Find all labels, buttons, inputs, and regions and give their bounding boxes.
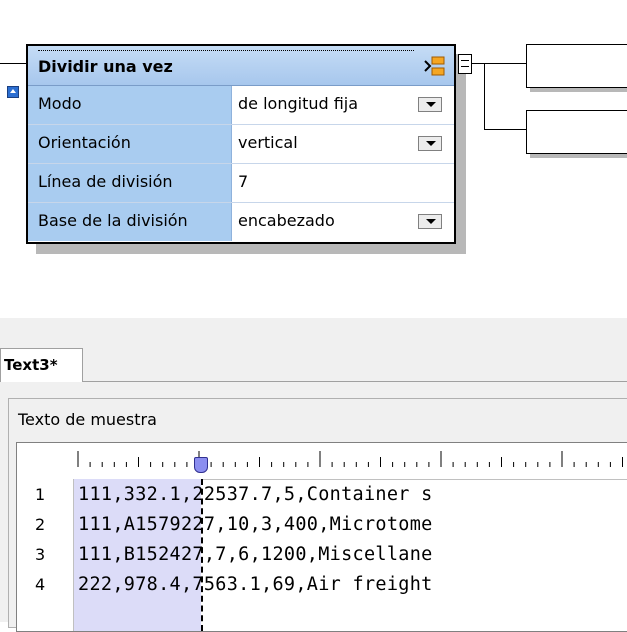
line-number: 3 <box>35 545 46 564</box>
line-text: 111,B152427,7,6,1200,Miscellane <box>78 544 433 565</box>
output-connector <box>472 63 484 64</box>
output-box[interactable] <box>526 110 627 154</box>
row-linea-division: Línea de división 7 <box>28 164 454 203</box>
dropdown-arrow-icon[interactable] <box>418 97 442 112</box>
sample-text-area[interactable]: 1 111,332.1,22537.7,5,Container s 2 111,… <box>16 442 627 632</box>
text-line: 3 111,B152427,7,6,1200,Miscellane <box>17 541 627 571</box>
component-shadow <box>36 244 466 254</box>
text-line: 1 111,332.1,22537.7,5,Container s <box>17 481 627 511</box>
split-component[interactable]: Dividir una vez Modo de longitud fija Or… <box>26 44 456 244</box>
collapse-icon[interactable] <box>7 86 19 98</box>
text-line: 4 222,978.4,7563.1,69,Air freight <box>17 571 627 601</box>
tab-strip-line <box>83 381 627 382</box>
row-value[interactable]: 7 <box>238 172 248 191</box>
ruler[interactable] <box>17 443 627 480</box>
output-connector <box>484 63 526 64</box>
row-base-division: Base de la división encabezado <box>28 203 454 242</box>
output-box[interactable] <box>526 44 627 88</box>
panel-title: Texto de muestra <box>18 410 157 429</box>
tab-text3[interactable]: Text3* <box>0 348 83 382</box>
row-value[interactable]: encabezado <box>238 211 335 230</box>
line-number: 2 <box>35 515 46 534</box>
output-port[interactable] <box>458 54 472 74</box>
line-text: 111,332.1,22537.7,5,Container s <box>78 484 433 505</box>
split-icon <box>424 56 445 76</box>
line-text: 111,A1579227,10,3,400,Microtome <box>78 514 433 535</box>
output-connector <box>484 63 485 129</box>
input-connector <box>0 63 26 64</box>
row-label: Modo <box>28 86 232 124</box>
row-value[interactable]: vertical <box>238 133 298 152</box>
component-header[interactable]: Dividir una vez <box>28 46 454 86</box>
line-number: 4 <box>35 575 46 594</box>
mapping-canvas: Dividir una vez Modo de longitud fija Or… <box>0 0 627 318</box>
dropdown-arrow-icon[interactable] <box>418 136 442 151</box>
line-number: 1 <box>35 485 46 504</box>
row-label: Línea de división <box>28 164 232 202</box>
row-value[interactable]: de longitud fija <box>238 94 358 113</box>
row-label: Orientación <box>28 125 232 163</box>
row-label: Base de la división <box>28 203 232 241</box>
text-line: 2 111,A1579227,10,3,400,Microtome <box>17 511 627 541</box>
component-shadow-side <box>456 54 466 254</box>
dropdown-arrow-icon[interactable] <box>418 214 442 229</box>
split-marker-handle[interactable] <box>194 457 208 473</box>
component-title: Dividir una vez <box>38 57 173 76</box>
output-connector <box>484 129 526 130</box>
bottom-pane: Text3* Texto de muestra 1 111,332.1,2253… <box>0 318 627 632</box>
line-text: 222,978.4,7563.1,69,Air freight <box>78 574 433 595</box>
row-modo: Modo de longitud fija <box>28 86 454 125</box>
header-dotted-border <box>38 50 414 51</box>
row-orientacion: Orientación vertical <box>28 125 454 164</box>
